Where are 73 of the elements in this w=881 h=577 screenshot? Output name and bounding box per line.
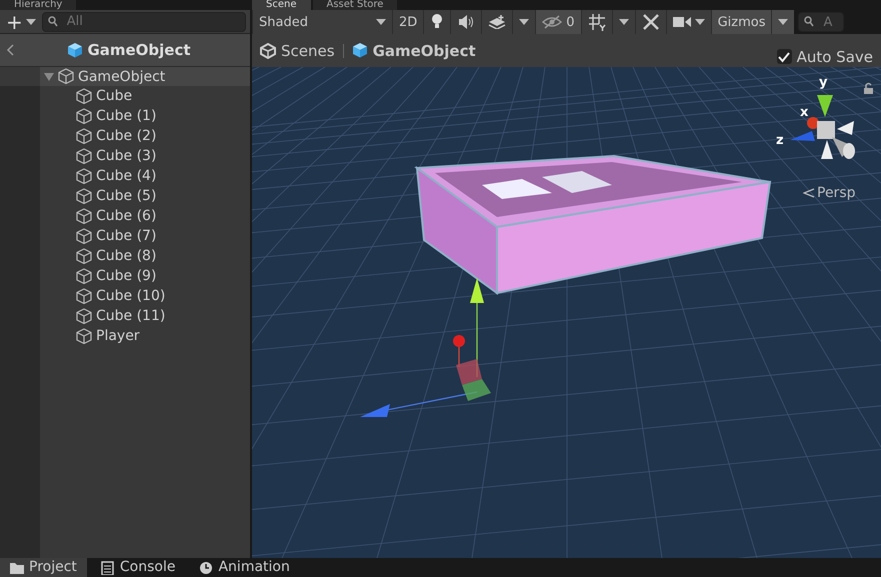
cube-icon	[76, 168, 92, 185]
tree-item[interactable]: GameObject	[40, 67, 250, 86]
tree-item[interactable]: Cube (2)	[40, 126, 250, 146]
chevron-icon	[803, 188, 815, 198]
tree-item[interactable]: Cube (9)	[40, 266, 250, 286]
tree-item[interactable]: Cube (6)	[40, 206, 250, 226]
cube-icon	[76, 228, 92, 245]
cube-icon	[67, 42, 84, 58]
projection-toggle[interactable]: Persp	[797, 184, 862, 202]
tree-item[interactable]: Cube (4)	[40, 166, 250, 186]
layers-icon	[488, 15, 506, 29]
gizmos-dropdown[interactable]	[771, 10, 794, 34]
cube-icon	[76, 108, 92, 125]
tree-item[interactable]: Cube (1)	[40, 106, 250, 126]
crossed-eye-icon	[542, 15, 562, 29]
hidden-objects-toggle[interactable]: 0	[535, 10, 581, 34]
tools-button[interactable]	[634, 10, 666, 34]
breadcrumb-link[interactable]: GameObject	[352, 42, 476, 60]
effects-dropdown[interactable]	[512, 10, 536, 34]
cube-icon	[76, 328, 92, 345]
lighting-button[interactable]	[423, 10, 450, 34]
panel-tab[interactable]: Animation	[189, 558, 300, 577]
clock-icon	[199, 560, 214, 574]
effects-button[interactable]	[481, 10, 512, 34]
cube-icon	[76, 148, 92, 165]
cube-icon	[76, 248, 92, 265]
cube-icon	[76, 208, 92, 225]
axis-label: x	[800, 105, 808, 120]
panel-tab[interactable]: Project	[0, 558, 87, 577]
back-icon[interactable]	[6, 44, 14, 56]
2d-toggle[interactable]: 2D	[392, 10, 424, 34]
lightbulb-icon	[430, 13, 444, 31]
auto-save-checkbox[interactable]	[776, 49, 792, 64]
tree-item[interactable]: Player	[40, 326, 250, 346]
console-icon	[100, 560, 115, 574]
breadcrumb-title: GameObject	[87, 41, 191, 59]
cube-icon	[76, 188, 92, 205]
camera-icon	[672, 16, 691, 28]
camera-button[interactable]	[666, 10, 711, 34]
tree-item[interactable]: Cube (10)	[40, 286, 250, 306]
search-field[interactable]: All	[42, 12, 246, 32]
add-button[interactable]: +	[4, 10, 38, 34]
tree-item[interactable]: Cube (11)	[40, 306, 250, 326]
cube-icon	[58, 68, 74, 86]
orientation-gizmo-drawing	[790, 95, 855, 159]
gizmos-button[interactable]: Gizmos	[710, 10, 772, 34]
axis-label: z	[776, 133, 784, 148]
folder-icon	[10, 560, 24, 574]
tools-icon	[642, 13, 660, 31]
tree-item[interactable]: Cube (8)	[40, 246, 250, 266]
grid-button[interactable]	[580, 10, 612, 34]
tree-item[interactable]: Cube	[40, 86, 250, 106]
tree-item[interactable]: Cube (5)	[40, 186, 250, 206]
cube-icon	[76, 288, 92, 305]
axis-label: y	[819, 75, 828, 90]
cube-icon	[76, 308, 92, 325]
checkmark-icon	[778, 50, 790, 62]
cube-icon	[76, 268, 92, 285]
lock-icon[interactable]	[864, 82, 873, 94]
cube-icon	[76, 128, 92, 145]
shading-dropdown[interactable]: Shaded	[252, 10, 392, 34]
auto-save-label: Auto Save	[796, 48, 873, 66]
cube-icon	[352, 42, 368, 59]
breadcrumb-link[interactable]: Scenes	[260, 42, 335, 60]
grid-icon	[588, 13, 606, 31]
search-field[interactable]: A	[798, 12, 844, 32]
panel-tab[interactable]: Console	[90, 558, 186, 577]
tree-item[interactable]: Cube (7)	[40, 226, 250, 246]
cube-icon	[76, 88, 92, 105]
speaker-icon	[457, 15, 476, 29]
tree-item[interactable]: Cube (3)	[40, 146, 250, 166]
grid-dropdown[interactable]	[612, 10, 635, 34]
audio-button[interactable]	[450, 10, 482, 34]
